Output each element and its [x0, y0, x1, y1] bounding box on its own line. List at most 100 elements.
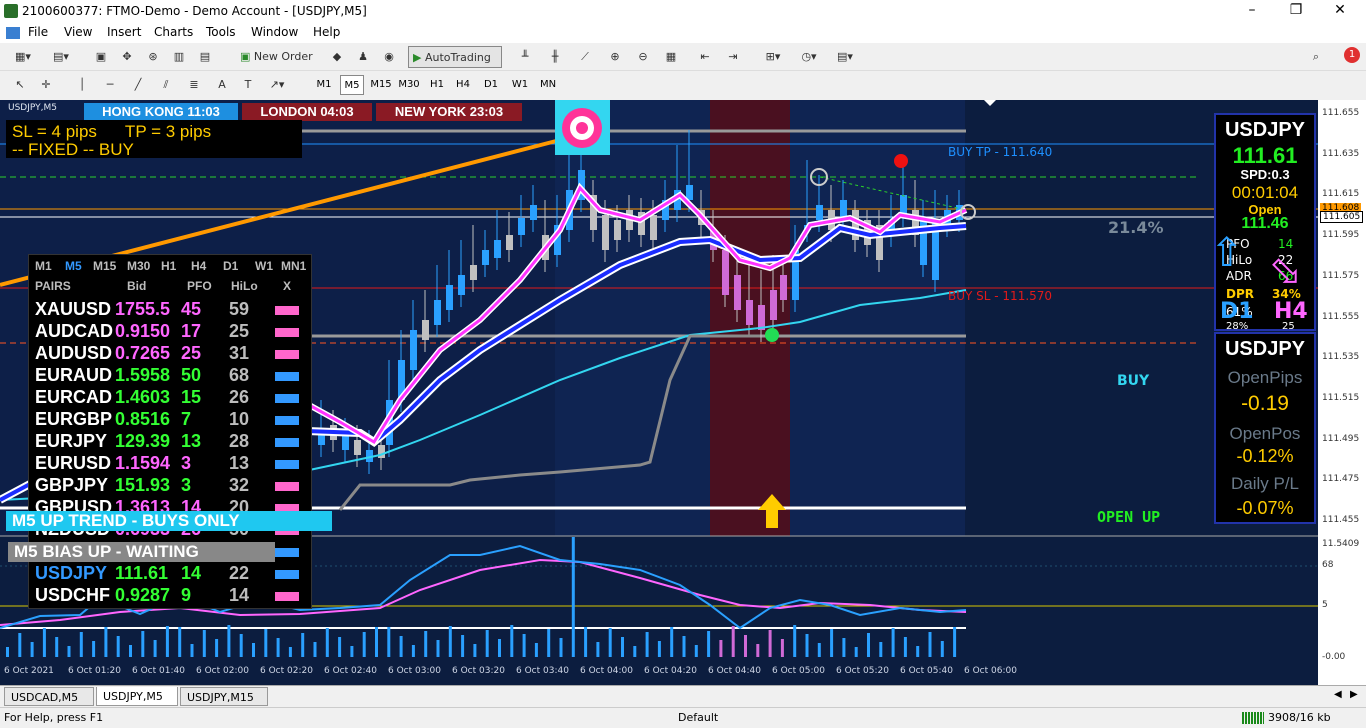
search-icon[interactable]: ⌕ [1306, 46, 1326, 68]
tf-m15[interactable]: M15 [368, 75, 394, 95]
navigator-icon[interactable]: ⊛ [142, 46, 164, 68]
oscillator-bar [436, 640, 440, 657]
tf-header-d1[interactable]: D1 [223, 259, 238, 273]
table-row[interactable]: AUDCAD 0.9150 17 25 [29, 321, 313, 343]
table-row[interactable]: USDCHF 0.9287 9 14 [29, 585, 313, 607]
candle-chart-icon[interactable]: ╫ [544, 46, 566, 68]
zoom-out-icon[interactable]: ⊖ [632, 46, 654, 68]
tf-header-w1[interactable]: W1 [255, 259, 273, 273]
pair-name: AUDUSD [35, 343, 113, 363]
market-watch-icon[interactable]: ▣ [90, 46, 112, 68]
arrows-icon[interactable]: ↗▾ [262, 74, 292, 96]
tf-header-h1[interactable]: H1 [161, 259, 176, 273]
periods-icon[interactable]: ◷▾ [794, 46, 824, 68]
panel-spread: SPD:0.3 [1240, 167, 1290, 182]
oscillator-bar [805, 634, 809, 657]
vertical-line-icon[interactable]: │ [72, 74, 92, 96]
oscillator-bar [42, 628, 46, 657]
tf-w1[interactable]: W1 [508, 75, 532, 95]
text-label-icon[interactable]: T [238, 74, 258, 96]
tf-m1[interactable]: M1 [312, 75, 336, 95]
fibonacci-icon[interactable]: ≣ [184, 74, 204, 96]
tf-header-m15[interactable]: M15 [93, 259, 116, 273]
text-icon[interactable]: A [212, 74, 232, 96]
menu-help[interactable]: Help [313, 25, 340, 39]
tabs-scroll-left-icon[interactable]: ◀ [1334, 689, 1342, 700]
tf-header-m1[interactable]: M1 [35, 259, 52, 273]
pair-name: EURCAD [35, 387, 113, 407]
new-order-button[interactable]: ▣ New Order [240, 46, 320, 68]
buy-dot-marker [765, 328, 779, 342]
chart-window[interactable]: USDJPY,M5 HONG KONG 11:03 LONDON 04:03 N… [0, 100, 1366, 685]
profiles-icon[interactable]: ▤▾ [46, 46, 76, 68]
table-row[interactable]: GBPJPY 151.93 3 32 [29, 475, 313, 497]
candle-body [650, 215, 657, 240]
new-chart-icon[interactable]: ▦▾ [8, 46, 38, 68]
menu-charts[interactable]: Charts [154, 25, 193, 39]
auto-trading-button[interactable]: ▶ AutoTrading [408, 46, 502, 68]
tf-d1[interactable]: D1 [480, 75, 502, 95]
oscillator-bar [830, 629, 834, 657]
menu-view[interactable]: View [64, 25, 92, 39]
line-chart-icon[interactable]: ⟋ [574, 46, 596, 68]
oscillator-bar [510, 625, 514, 657]
terminal-icon[interactable]: ▥ [168, 46, 190, 68]
templates-icon[interactable]: ▤▾ [830, 46, 860, 68]
close-button[interactable]: ✕ [1320, 2, 1360, 18]
menu-tools[interactable]: Tools [206, 25, 236, 39]
table-row[interactable]: XAUUSD 1755.5 45 59 [29, 299, 313, 321]
tf-h4[interactable]: H4 [452, 75, 474, 95]
table-row[interactable]: EURGBP 0.8516 7 10 [29, 409, 313, 431]
oscillator-bar [473, 644, 477, 657]
time-axis-label: 6 Oct 2021 [4, 666, 54, 676]
tf-mn[interactable]: MN [536, 75, 560, 95]
tab-usdjpy-m5[interactable]: USDJPY,M5 [96, 687, 178, 706]
tab-usdjpy-m15[interactable]: USDJPY,M15 [180, 687, 268, 706]
tf-header-m5[interactable]: M5 [65, 259, 82, 273]
tile-windows-icon[interactable]: ▦ [660, 46, 682, 68]
metaeditor-icon[interactable]: ◆ [326, 46, 348, 68]
cursor-icon[interactable]: ↖ [10, 74, 30, 96]
tab-usdcad-m5[interactable]: USDCAD,M5 [4, 687, 94, 706]
tf-m30[interactable]: M30 [396, 75, 422, 95]
menu-window[interactable]: Window [251, 25, 298, 39]
status-traffic: 3908/16 kb [1268, 711, 1331, 724]
oscillator-bar [522, 634, 526, 657]
trendline-icon[interactable]: ╱ [128, 74, 148, 96]
oscillator-bar [953, 627, 957, 657]
table-row[interactable]: EURUSD 1.1594 3 13 [29, 453, 313, 475]
signals-radio-icon[interactable]: ◉ [378, 46, 400, 68]
zoom-in-icon[interactable]: ⊕ [604, 46, 626, 68]
chart-shift-icon[interactable]: ⇤ [694, 46, 716, 68]
autoscroll-icon[interactable]: ⇥ [722, 46, 744, 68]
equidistant-channel-icon[interactable]: ⫽ [156, 74, 176, 96]
data-window-icon[interactable]: ✥ [116, 46, 138, 68]
tf-header-h4[interactable]: H4 [191, 259, 206, 273]
oscillator-bar [879, 642, 883, 657]
tester-icon[interactable]: ▤ [194, 46, 216, 68]
candle-body [900, 195, 907, 215]
horizontal-line-icon[interactable]: ─ [100, 74, 120, 96]
col-x: X [283, 279, 292, 293]
signals-icon[interactable]: ♟ [352, 46, 374, 68]
minimize-button[interactable]: – [1232, 2, 1272, 18]
pair-pfo: 14 [181, 563, 202, 583]
tf-m5[interactable]: M5 [340, 75, 364, 95]
menu-file[interactable]: File [28, 25, 48, 39]
table-row[interactable]: AUDUSD 0.7265 25 31 [29, 343, 313, 365]
tf-header-m30[interactable]: M30 [127, 259, 150, 273]
table-row[interactable]: EURJPY 129.39 13 28 [29, 431, 313, 453]
menu-insert[interactable]: Insert [107, 25, 141, 39]
bar-chart-icon[interactable]: ╨ [514, 46, 536, 68]
notification-icon[interactable]: 1 [1336, 46, 1362, 68]
table-row[interactable]: EURCAD 1.4603 15 26 [29, 387, 313, 409]
tabs-scroll-right-icon[interactable]: ▶ [1350, 689, 1358, 700]
crosshair-icon[interactable]: ✛ [36, 74, 56, 96]
table-row[interactable]: USDJPY 111.61 14 22 [29, 563, 313, 585]
oscillator-bar [350, 646, 354, 657]
maximize-button[interactable]: ❐ [1276, 2, 1316, 18]
table-row[interactable]: EURAUD 1.5958 50 68 [29, 365, 313, 387]
tf-header-mn1[interactable]: MN1 [281, 259, 306, 273]
indicators-icon[interactable]: ⊞▾ [758, 46, 788, 68]
tf-h1[interactable]: H1 [426, 75, 448, 95]
